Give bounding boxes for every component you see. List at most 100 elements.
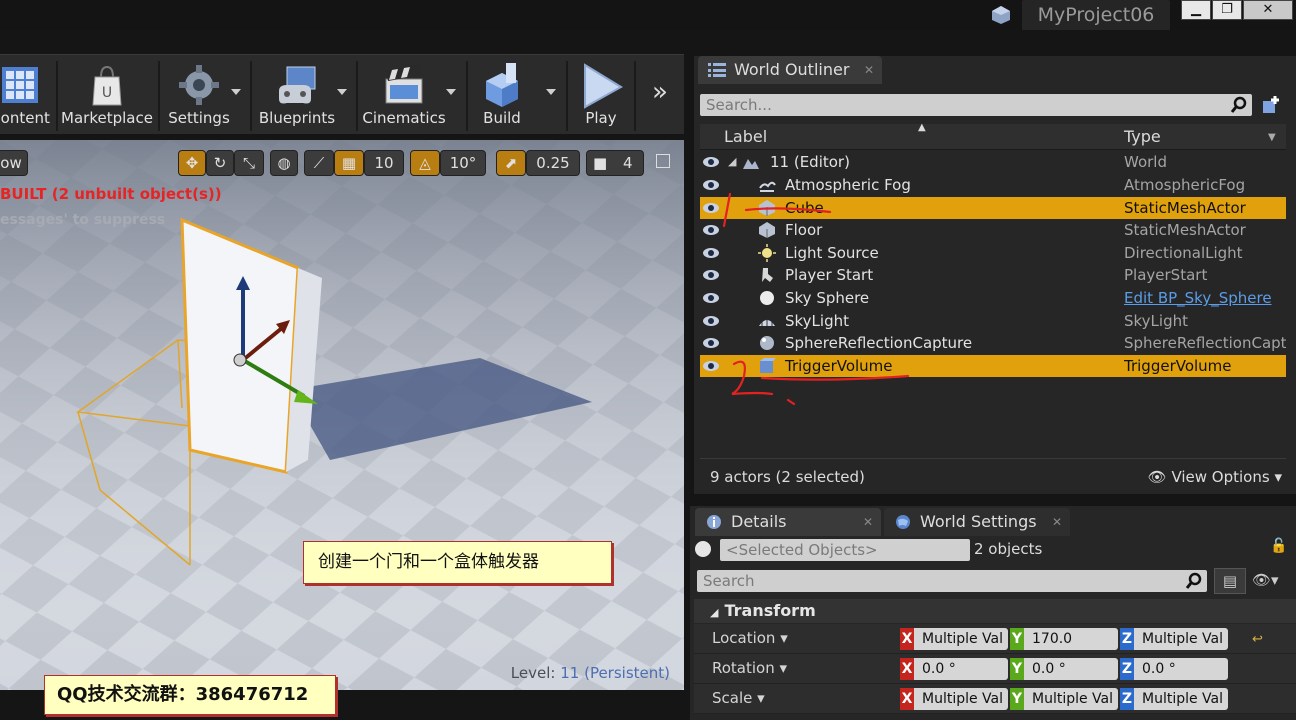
tab-world-outliner[interactable]: World Outliner ✕	[698, 56, 882, 84]
cinematics-icon	[385, 65, 423, 104]
search-icon	[1230, 96, 1247, 113]
view-options-label: View Options	[1171, 468, 1270, 486]
tree-row-type: DirectionalLight	[1124, 243, 1243, 262]
tree-row-type[interactable]: Edit BP_Sky_Sphere	[1124, 287, 1286, 309]
world-space-icon[interactable]: ◍	[270, 150, 298, 176]
outliner-column-header: Label ▲ Type ▼	[700, 122, 1286, 150]
property-name[interactable]: Location ▾	[712, 629, 788, 647]
visibility-filter-icon[interactable]: 👁▾	[1252, 571, 1279, 589]
tree-row-type: SphereReflectionCaptur	[1124, 334, 1286, 353]
visibility-eye-icon[interactable]	[702, 155, 720, 169]
minimize-button[interactable]: ▁	[1181, 0, 1211, 20]
close-tab-icon[interactable]: ✕	[863, 508, 873, 536]
label-column-header[interactable]: Label	[724, 127, 767, 146]
play-button[interactable]: Play	[570, 59, 632, 131]
outliner-search-input[interactable]: Search...	[700, 94, 1252, 116]
tab-label: Details	[731, 512, 787, 531]
property-name[interactable]: Rotation ▾	[712, 659, 787, 677]
chevron-down-icon: ▾	[779, 659, 788, 677]
maximize-viewport-icon[interactable]	[656, 154, 670, 168]
rotation-snap-value[interactable]: 10°	[440, 150, 486, 176]
cinematics-label: Cinematics	[362, 109, 446, 127]
content-button[interactable]: Content	[0, 59, 50, 131]
tab-label: World Outliner	[734, 60, 850, 79]
transform-section-header[interactable]: ◢ Transform	[694, 599, 1296, 623]
marketplace-icon: U	[92, 65, 122, 106]
settings-button[interactable]: Settings	[164, 59, 234, 131]
cinematics-button[interactable]: Cinematics	[358, 59, 450, 131]
build-dropdown-icon[interactable]	[546, 89, 556, 95]
x-value-field[interactable]: Multiple Val	[914, 628, 1008, 650]
build-label: Build	[483, 109, 521, 127]
tree-row-label: 11 (Editor)	[770, 153, 850, 171]
view-options-button[interactable]: 👁 View Options ▾	[1148, 468, 1282, 486]
axis-y-label: Y	[1010, 688, 1024, 710]
reset-to-default-icon[interactable]: ↩	[1252, 632, 1263, 647]
details-search-input[interactable]: Search	[697, 570, 1207, 592]
close-tab-icon[interactable]: ✕	[864, 56, 874, 84]
camera-speed-button[interactable]: ■ 4	[586, 150, 644, 176]
level-viewport[interactable]: ow ✥ ↻ ⤡ ◍ ⟋ ▦ 10 ◬ 10° ⬈ 0.25 ■ 4 BUILT…	[0, 140, 684, 690]
level-name: 11 (Persistent)	[560, 664, 670, 682]
property-label: Location	[712, 629, 776, 647]
x-value-field[interactable]: 0.0 °	[914, 658, 1008, 680]
toolbar-more-button[interactable]: »	[652, 77, 668, 107]
grid-snap-value[interactable]: 10	[364, 150, 404, 176]
property-name[interactable]: Scale ▾	[712, 689, 765, 707]
svg-text:U: U	[102, 85, 112, 101]
toolbar-separator	[566, 61, 568, 131]
rotate-mode-icon[interactable]: ↻	[206, 150, 234, 176]
add-actor-icon[interactable]	[1260, 94, 1282, 116]
grid-snap-icon[interactable]: ▦	[334, 150, 364, 176]
scale-snap-value[interactable]: 0.25	[526, 150, 580, 176]
close-button[interactable]: ✕	[1243, 0, 1293, 20]
type-column-header[interactable]: Type	[1124, 127, 1161, 146]
cinematics-dropdown-icon[interactable]	[446, 89, 456, 95]
viewport-options-button[interactable]: ow	[0, 150, 28, 176]
y-value-field[interactable]: 170.0	[1024, 628, 1118, 650]
blueprints-button[interactable]: Blueprints	[254, 59, 340, 131]
rotation-snap-icon[interactable]: ◬	[410, 150, 440, 176]
blueprints-label: Blueprints	[258, 109, 336, 127]
z-value-field[interactable]: Multiple Val	[1134, 688, 1228, 710]
translate-mode-icon[interactable]: ✥	[178, 150, 206, 176]
column-options-icon[interactable]: ▼	[1268, 132, 1276, 143]
selected-objects-field[interactable]: <Selected Objects>	[720, 539, 970, 561]
surface-snap-icon[interactable]: ⟋	[304, 150, 334, 176]
chevron-down-icon: ▾	[1274, 468, 1282, 486]
marketplace-button[interactable]: U Marketplace	[60, 59, 154, 131]
tree-row-world[interactable]: ◢ 11 (Editor) World	[700, 151, 1286, 173]
maximize-button[interactable]: ❐	[1212, 0, 1242, 20]
tab-world-settings[interactable]: World Settings ✕	[884, 508, 1070, 536]
suppress-hint: essages' to suppress	[0, 212, 166, 228]
build-icon	[486, 63, 518, 107]
y-value-field[interactable]: 0.0 °	[1024, 658, 1118, 680]
level-label: Level:	[510, 664, 556, 682]
close-tab-icon[interactable]: ✕	[1052, 508, 1062, 536]
tab-label: World Settings	[920, 512, 1037, 531]
red-pen-annotations	[722, 192, 910, 406]
settings-dropdown-icon[interactable]	[231, 89, 241, 95]
collapse-arrow-icon: ◢	[710, 606, 719, 619]
z-value-field[interactable]: 0.0 °	[1134, 658, 1228, 680]
tree-row-type: AtmosphericFog	[1124, 176, 1246, 194]
unreal-logo-icon	[992, 6, 1010, 24]
sort-ascending-icon: ▲	[918, 122, 926, 133]
blueprints-dropdown-icon[interactable]	[337, 89, 347, 95]
selection-sphere-icon	[695, 541, 711, 557]
tab-details[interactable]: Details ✕	[695, 508, 881, 536]
scale-mode-icon[interactable]: ⤡	[234, 150, 264, 176]
lock-icon[interactable]: 🔓	[1270, 538, 1287, 554]
y-value-field[interactable]: Multiple Val	[1024, 688, 1118, 710]
qq-group-banner: QQ技术交流群：386476712	[44, 675, 336, 715]
property-matrix-icon[interactable]: ▤	[1214, 568, 1246, 594]
tree-row-type: StaticMeshActor	[1124, 198, 1246, 217]
scale-snap-icon[interactable]: ⬈	[496, 150, 526, 176]
title-bar: MyProject06 ▁ ❐ ✕	[0, 0, 1296, 30]
project-tab[interactable]: MyProject06	[1022, 0, 1170, 30]
camera-speed-value: 4	[623, 154, 633, 172]
x-value-field[interactable]: Multiple Val	[914, 688, 1008, 710]
expand-arrow-icon[interactable]: ◢	[728, 151, 736, 173]
build-button[interactable]: Build	[470, 59, 534, 131]
z-value-field[interactable]: Multiple Val	[1134, 628, 1228, 650]
